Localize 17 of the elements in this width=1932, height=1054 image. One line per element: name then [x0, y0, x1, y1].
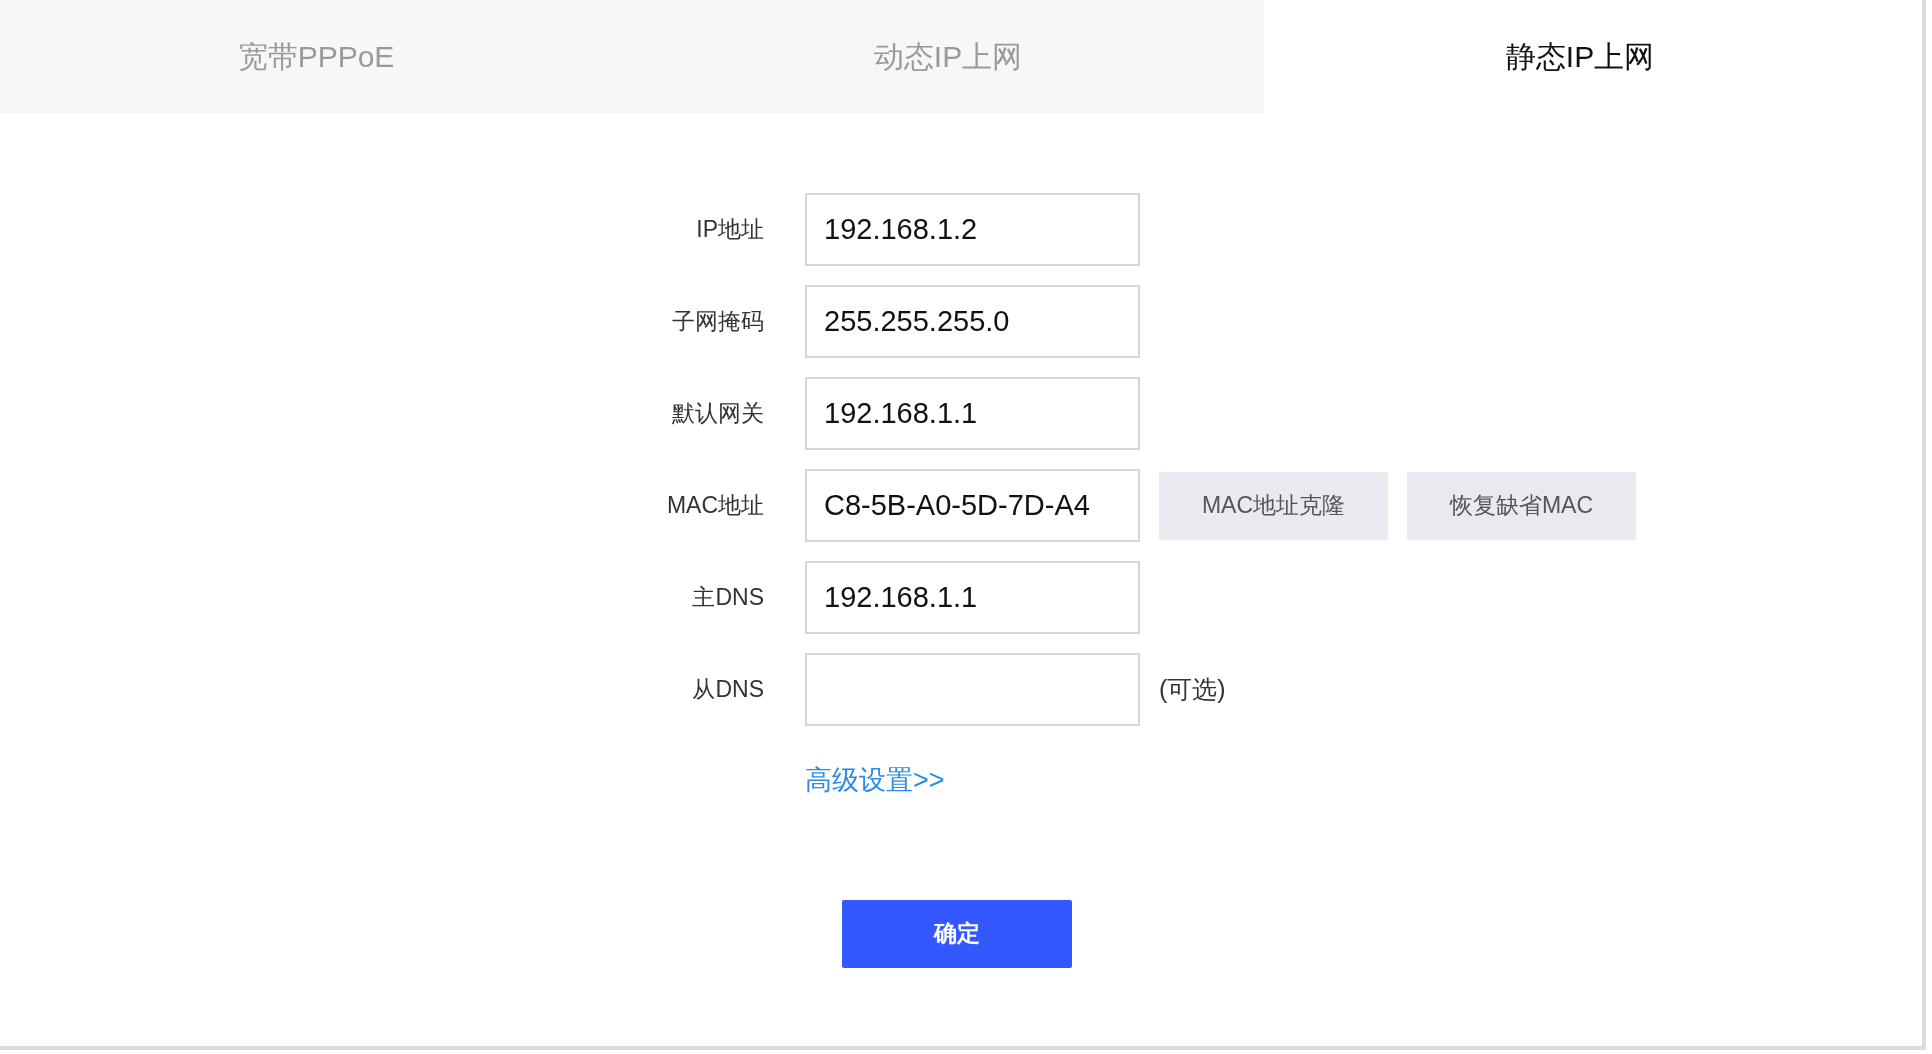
field-label: IP地址 [695, 215, 764, 245]
confirm-button[interactable]: 确定 [842, 899, 1072, 968]
input-field[interactable]: 192.168.1.1 [805, 561, 1140, 634]
input-field[interactable]: 255.255.255.0 [805, 285, 1140, 358]
field-label: 主DNS [691, 583, 764, 613]
input-field[interactable]: C8-5B-A0-5D-7D-A4 [805, 469, 1140, 542]
field-label: MAC地址 [665, 491, 764, 521]
advanced-settings-link[interactable]: 高级设置>> [805, 765, 945, 795]
optional-note: (可选) [1159, 673, 1226, 705]
field-label: 默认网关 [671, 399, 764, 429]
mac-button[interactable]: 恢复缺省MAC [1407, 471, 1636, 540]
input-field[interactable]: 192.168.1.2 [805, 193, 1140, 266]
input-field[interactable]: 192.168.1.1 [805, 377, 1140, 450]
mac-button[interactable]: MAC地址克隆 [1159, 471, 1388, 540]
field-label: 子网掩码 [671, 307, 764, 337]
field-label: 从DNS [691, 675, 764, 705]
input-field[interactable] [805, 653, 1140, 726]
